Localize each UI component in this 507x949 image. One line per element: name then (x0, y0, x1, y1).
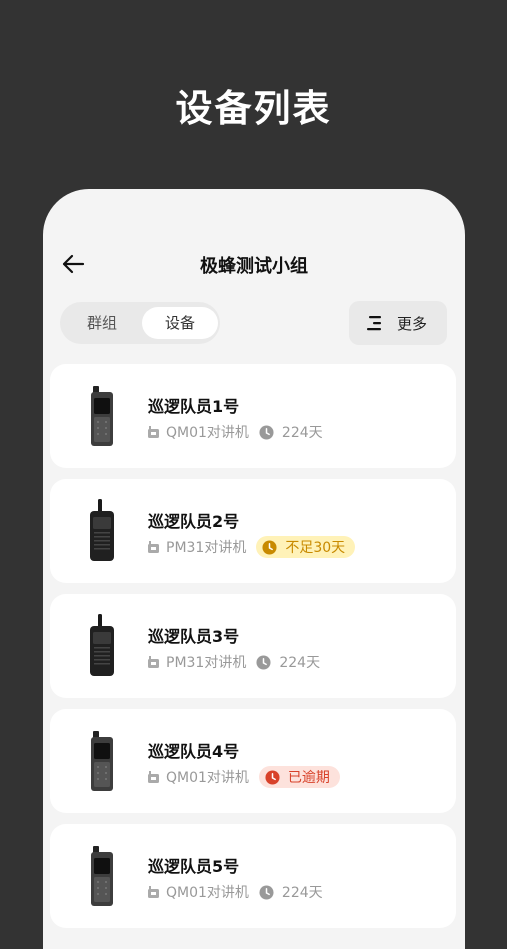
clock-icon (259, 884, 274, 900)
device-model-icon (148, 886, 159, 898)
device-card[interactable]: 巡逻队员3号 PM31对讲机 224天 (50, 594, 456, 698)
device-card[interactable]: 巡逻队员5号 QM01对讲机 224天 (50, 824, 456, 928)
device-name: 巡逻队员3号 (148, 627, 240, 646)
device-model: QM01对讲机 (166, 425, 249, 441)
device-model-icon (148, 541, 159, 553)
more-label: 更多 (397, 315, 428, 333)
clock-icon (262, 539, 277, 555)
device-card[interactable]: 巡逻队员2号 PM31对讲机 不足30天 (50, 479, 456, 583)
device-name: 巡逻队员5号 (148, 857, 240, 876)
walkie-talkie-image (86, 614, 118, 678)
device-name: 巡逻队员4号 (148, 742, 240, 761)
device-name: 巡逻队员1号 (148, 397, 240, 416)
device-meta: PM31对讲机 224天 (148, 651, 320, 673)
device-model-icon (148, 656, 159, 668)
device-card[interactable]: 巡逻队员1号 QM01对讲机 224天 (50, 364, 456, 468)
menu-icon (367, 316, 381, 331)
device-card[interactable]: 巡逻队员4号 QM01对讲机 已逾期 (50, 709, 456, 813)
clock-icon (259, 424, 274, 440)
status-text: 224天 (279, 655, 321, 671)
page-heading: 设备列表 (175, 87, 332, 130)
tab-device[interactable]: 设备 (142, 307, 218, 339)
device-meta: PM31对讲机 不足30天 (148, 536, 356, 558)
status-badge: 不足30天 (256, 536, 356, 558)
clock-icon (265, 769, 280, 785)
walkie-talkie-image (86, 844, 118, 908)
status-text: 已逾期 (287, 770, 330, 786)
status-text: 224天 (281, 885, 323, 901)
device-model-icon (148, 771, 159, 783)
walkie-talkie-image (86, 384, 118, 448)
device-model: QM01对讲机 (166, 770, 249, 786)
phone-screen: 极蜂测试小组 群组 设备 更多 巡逻队员1号 QM01对讲机 224天 巡逻队员2号 P… (43, 189, 465, 949)
device-model: PM31对讲机 (166, 655, 247, 671)
walkie-talkie-image (86, 729, 118, 793)
segmented-tabs: 群组 设备 (60, 302, 220, 344)
device-meta: QM01对讲机 224天 (148, 421, 323, 443)
device-model-icon (148, 426, 159, 438)
app-header: 极蜂测试小组 (43, 239, 465, 289)
tab-group[interactable]: 群组 (66, 307, 138, 339)
status-text: 不足30天 (285, 540, 346, 556)
device-model: QM01对讲机 (166, 885, 249, 901)
device-model: PM31对讲机 (166, 540, 247, 556)
status-badge: 224天 (259, 421, 323, 443)
header-title: 极蜂测试小组 (200, 256, 308, 277)
more-button[interactable]: 更多 (349, 301, 447, 345)
clock-icon (256, 654, 271, 670)
device-name: 巡逻队员2号 (148, 512, 240, 531)
walkie-talkie-image (86, 499, 118, 563)
status-text: 224天 (281, 425, 323, 441)
status-badge: 224天 (256, 651, 320, 673)
device-meta: QM01对讲机 已逾期 (148, 766, 340, 788)
status-badge: 已逾期 (258, 766, 340, 788)
